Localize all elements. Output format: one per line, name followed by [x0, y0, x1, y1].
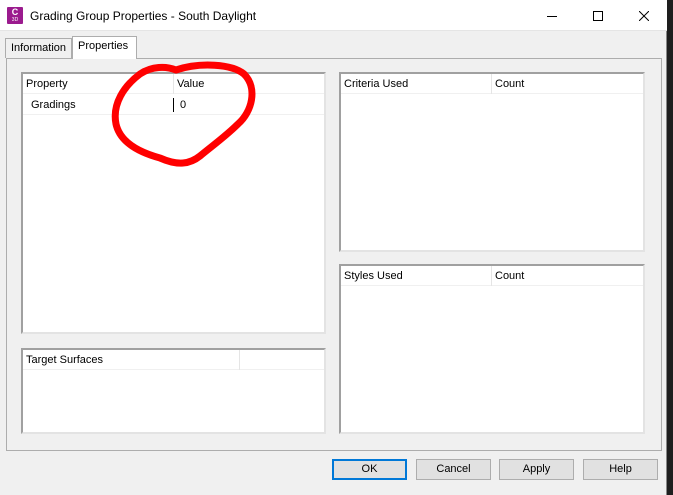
cancel-button[interactable]: Cancel [416, 459, 491, 480]
tab-properties[interactable]: Properties [72, 36, 137, 59]
column-header-criteria-used[interactable]: Criteria Used [341, 74, 408, 94]
column-header-count[interactable]: Count [492, 74, 524, 94]
maximize-button[interactable] [575, 0, 621, 31]
close-icon [639, 10, 649, 21]
column-header-count[interactable]: Count [492, 266, 524, 286]
target-surfaces-header: Target Surfaces [23, 350, 324, 370]
column-header-target-surfaces[interactable]: Target Surfaces [23, 350, 103, 370]
apply-button[interactable]: Apply [499, 459, 574, 480]
close-button[interactable] [621, 0, 667, 31]
window-title: Grading Group Properties - South Dayligh… [30, 9, 257, 23]
tab-information[interactable]: Information [5, 38, 72, 58]
app-icon-version: 3D [11, 17, 19, 23]
styles-used-header: Styles Used Count [341, 266, 643, 286]
property-name: Gradings [31, 99, 76, 111]
table-row[interactable]: Gradings 0 [23, 95, 324, 115]
target-surfaces-list[interactable]: Target Surfaces [21, 348, 326, 434]
column-header-styles-used[interactable]: Styles Used [341, 266, 403, 286]
column-header-property[interactable]: Property [23, 74, 68, 94]
property-value[interactable]: 0 [180, 95, 186, 115]
title-bar[interactable]: C 3D Grading Group Properties - South Da… [0, 0, 667, 31]
help-button[interactable]: Help [583, 459, 658, 480]
civil3d-app-icon: C 3D [7, 7, 23, 24]
criteria-used-list[interactable]: Criteria Used Count [339, 72, 645, 252]
minimize-button[interactable] [529, 0, 575, 31]
maximize-icon [593, 10, 603, 21]
column-header-value[interactable]: Value [174, 74, 204, 94]
column-header-blank[interactable] [240, 350, 243, 370]
ok-button[interactable]: OK [332, 459, 407, 480]
dialog-window: C 3D Grading Group Properties - South Da… [0, 0, 667, 495]
property-grid[interactable]: Property Value Gradings 0 [21, 72, 326, 334]
minimize-icon [547, 15, 557, 17]
app-icon-letter: C [11, 7, 19, 17]
property-grid-header: Property Value [23, 74, 324, 94]
cell-divider [173, 98, 174, 112]
styles-used-list[interactable]: Styles Used Count [339, 264, 645, 434]
criteria-used-header: Criteria Used Count [341, 74, 643, 94]
